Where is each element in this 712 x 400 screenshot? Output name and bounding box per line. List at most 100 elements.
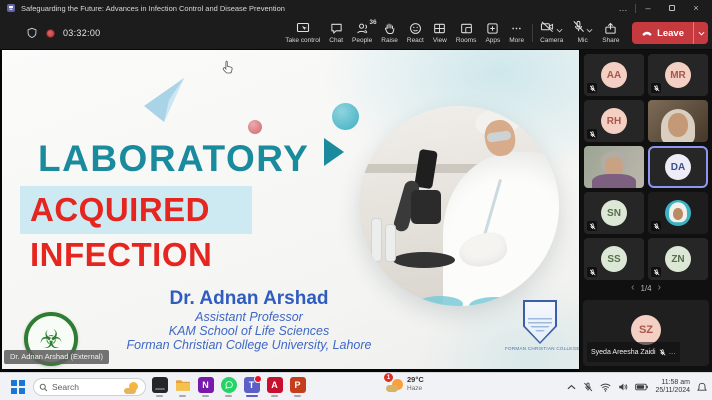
slide-title-acquired: ACQUIRED xyxy=(30,191,210,229)
pager-next-icon[interactable]: › xyxy=(658,283,661,293)
system-tray: 11:58 am 25/11/2024 xyxy=(567,373,707,400)
running-indicator xyxy=(294,395,301,397)
apps-button[interactable]: Apps xyxy=(481,16,505,50)
mic-button[interactable]: Mic xyxy=(568,16,598,50)
mic-muted-icon xyxy=(659,343,666,361)
raise-hand-button[interactable]: Raise xyxy=(377,16,403,50)
taskbar-file-explorer[interactable] xyxy=(171,375,194,399)
shield-icon xyxy=(26,27,38,39)
view-button[interactable]: View xyxy=(428,16,451,50)
more-button[interactable]: More xyxy=(505,16,529,50)
window-more-button[interactable]: … xyxy=(611,0,635,16)
react-smiley-icon xyxy=(409,22,422,35)
start-button[interactable] xyxy=(11,380,25,394)
recording-indicator-icon xyxy=(46,29,55,38)
petri-dish xyxy=(417,296,463,306)
wifi-icon[interactable] xyxy=(600,383,611,392)
pinned-more-icon[interactable]: … xyxy=(669,349,676,356)
window-titlebar: Safeguarding the Future: Advances in Inf… xyxy=(0,0,712,16)
take-control-button[interactable]: Take control xyxy=(281,16,325,50)
window-close-button[interactable]: × xyxy=(684,0,708,16)
participant-avatar: SS xyxy=(601,246,627,272)
acrobat-icon: A xyxy=(267,377,283,393)
battery-icon[interactable] xyxy=(635,383,648,391)
participants-panel: AA MR RH DA xyxy=(580,50,712,372)
camera-button[interactable]: Camera xyxy=(536,16,568,50)
college-crest-logo: FORMAN CHRISTIAN COLLEGE xyxy=(520,300,560,350)
apps-plus-icon xyxy=(486,22,499,35)
participant-tile[interactable]: AA xyxy=(584,54,644,96)
slide-title-laboratory: LABORATORY xyxy=(38,138,309,180)
teal-ball-graphic xyxy=(332,103,359,130)
test-tube xyxy=(385,224,396,262)
tray-chevron-up-icon[interactable] xyxy=(567,384,576,390)
share-button[interactable]: Share xyxy=(598,16,624,50)
leave-button[interactable]: Leave xyxy=(632,22,708,44)
taskbar-weather-widget[interactable]: 1 29°C Haze xyxy=(386,376,424,392)
presenter-role: Assistant Professor xyxy=(99,310,399,324)
video-person-face xyxy=(668,113,688,137)
participant-video-tile[interactable] xyxy=(648,192,708,234)
photo-labcoat xyxy=(443,152,559,306)
participant-video-tile[interactable] xyxy=(648,100,708,142)
people-button[interactable]: 36 People xyxy=(348,16,377,50)
raise-hand-icon xyxy=(383,22,396,35)
window-minimize-button[interactable]: – xyxy=(636,0,660,16)
participant-tile[interactable]: SN xyxy=(584,192,644,234)
microscope-body xyxy=(411,190,441,224)
rooms-button[interactable]: Rooms xyxy=(451,16,481,50)
taskbar-clock[interactable]: 11:58 am 25/11/2024 xyxy=(655,379,690,395)
react-button[interactable]: React xyxy=(402,16,428,50)
meeting-toolbar: 03:32:00 Take control Chat 36 Peo xyxy=(0,16,712,50)
search-placeholder: Search xyxy=(52,382,120,392)
participant-avatar: ZN xyxy=(665,246,691,272)
participant-video-tile[interactable] xyxy=(584,146,644,188)
teams-meeting-window: Safeguarding the Future: Advances in Inf… xyxy=(0,0,712,400)
running-indicator xyxy=(202,395,209,397)
participants-pager: ‹ 1/4 › xyxy=(580,280,712,296)
leave-chevron-icon[interactable] xyxy=(693,22,708,44)
folder-icon xyxy=(175,377,191,393)
mic-muted-icon xyxy=(651,221,661,231)
window-maximize-button[interactable] xyxy=(660,0,684,16)
speaker-icon[interactable] xyxy=(618,382,628,392)
more-dots-icon xyxy=(510,22,523,35)
taskbar-teams[interactable]: T xyxy=(240,375,263,399)
windows-taskbar: Search N T A P 1 xyxy=(0,372,712,400)
pinned-participant-tile[interactable]: SZ Syeda Areesha Zaidi … xyxy=(583,300,709,366)
mic-muted-icon xyxy=(587,267,597,277)
powerpoint-icon: P xyxy=(290,377,306,393)
taskbar-app-dark[interactable] xyxy=(148,375,171,399)
rooms-icon xyxy=(460,22,473,35)
running-indicator-active xyxy=(246,395,258,397)
presenter-name: Dr. Adnan Arshad xyxy=(99,288,399,310)
running-indicator xyxy=(156,395,163,397)
mic-chevron-icon[interactable] xyxy=(586,20,593,38)
presenter-dept: KAM School of Life Sciences xyxy=(99,324,399,338)
notification-bell-icon[interactable] xyxy=(697,382,707,393)
participant-tile[interactable]: SS xyxy=(584,238,644,280)
taskbar-search[interactable]: Search xyxy=(33,378,146,396)
participant-tile-active-speaker[interactable]: DA xyxy=(648,146,708,188)
taskbar-acrobat[interactable]: A xyxy=(263,375,286,399)
chat-button[interactable]: Chat xyxy=(325,16,348,50)
presenter-univ: Forman Christian College University, Lah… xyxy=(99,338,399,352)
meeting-stage: LABORATORY ACQUIRED INFECTION xyxy=(0,50,712,372)
taskbar-powerpoint[interactable]: P xyxy=(286,375,309,399)
participant-tile[interactable]: ZN xyxy=(648,238,708,280)
mic-muted-icon xyxy=(651,267,661,277)
teams-app-icon xyxy=(7,4,15,12)
dark-app-icon xyxy=(152,377,168,393)
tray-mic-muted-icon[interactable] xyxy=(583,382,593,392)
toolbar-divider xyxy=(532,24,533,42)
taskbar-onenote[interactable]: N xyxy=(194,375,217,399)
whatsapp-icon xyxy=(221,377,237,393)
participant-tile[interactable]: MR xyxy=(648,54,708,96)
weather-icon: 1 xyxy=(386,376,403,392)
camera-chevron-icon[interactable] xyxy=(556,20,563,38)
presenter-block: Dr. Adnan Arshad Assistant Professor KAM… xyxy=(99,288,399,352)
participant-tile[interactable]: RH xyxy=(584,100,644,142)
pager-prev-icon[interactable]: ‹ xyxy=(631,283,634,293)
taskbar-whatsapp[interactable] xyxy=(217,375,240,399)
shared-presentation-slide: LABORATORY ACQUIRED INFECTION xyxy=(2,50,579,369)
